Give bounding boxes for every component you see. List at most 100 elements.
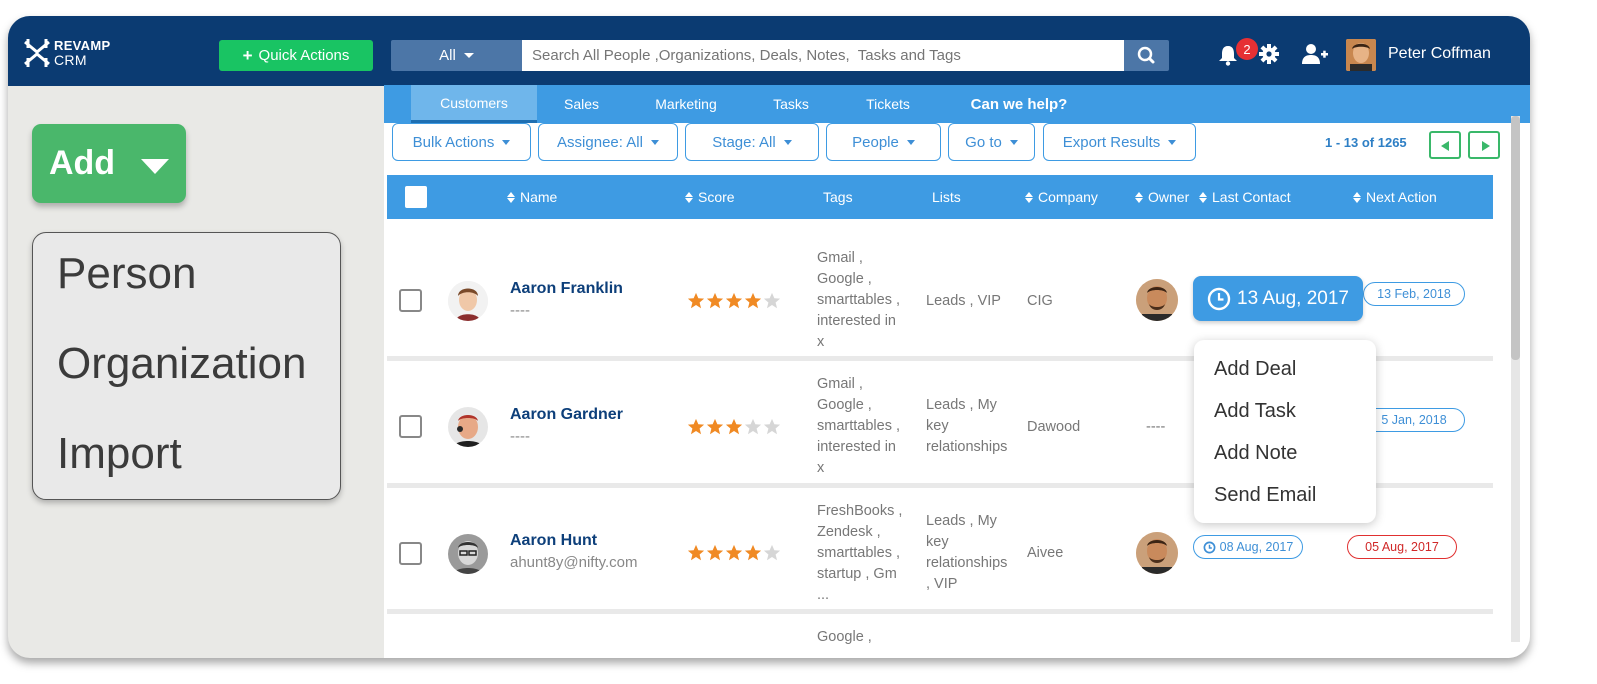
table-row[interactable]: Google , [387,618,1493,658]
prev-page-button[interactable] [1429,131,1461,159]
export-results-dropdown[interactable]: Export Results [1043,123,1196,161]
last-contact-date-highlighted[interactable]: 13 Aug, 2017 [1193,276,1363,321]
contact-name[interactable]: Aaron Franklin [510,280,623,298]
contact-avatar[interactable] [448,534,488,574]
tags-cell: Gmail , Google , smarttables , intereste… [817,248,900,353]
assignee-filter[interactable]: Assignee: All [538,123,678,161]
chevron-down-icon [141,159,170,174]
star-icon [706,544,724,561]
next-action-date-overdue[interactable]: 05 Aug, 2017 [1347,535,1457,559]
company-cell[interactable]: Aivee [1027,543,1063,564]
logo-line-2: CRM [54,52,87,68]
contact-name[interactable]: Aaron Gardner [510,406,623,424]
star-icon [687,544,705,561]
menu-add-deal[interactable]: Add Deal [1214,358,1296,381]
row-checkbox[interactable] [399,542,422,565]
add-import[interactable]: Import [57,429,182,479]
star-icon [763,544,781,561]
row-context-menu: Add Deal Add Task Add Note Send Email [1194,340,1376,523]
add-organization[interactable]: Organization [57,339,306,389]
col-next-action[interactable]: Next Action [1353,175,1437,219]
search-scope-select[interactable]: All [391,40,522,71]
col-last-contact[interactable]: Last Contact [1199,175,1291,219]
quick-actions-button[interactable]: + Quick Actions [219,40,373,71]
gear-icon[interactable] [1258,43,1280,65]
company-cell[interactable]: Dawood [1027,417,1080,438]
tag: Google , [817,629,872,645]
tag: Gmail , [817,376,863,392]
row-checkbox[interactable] [399,289,422,312]
menu-add-task[interactable]: Add Task [1214,400,1296,423]
table-header: Name Score Tags Lists Company Owner Last… [387,175,1493,219]
last-contact-label: 08 Aug, 2017 [1219,540,1294,554]
list-entry: Leads , My [926,397,997,413]
tab-tasks[interactable]: Tasks [766,85,816,123]
contact-name[interactable]: Aaron Hunt [510,532,597,550]
contact-email: ahunt8y@nifty.com [510,554,638,571]
col-company-label: Company [1038,189,1098,205]
star-icon [763,292,781,309]
user-name[interactable]: Peter Coffman [1388,45,1491,63]
chevron-down-icon [1168,139,1177,145]
tab-customers[interactable]: Customers [411,85,537,123]
sort-icon [1025,191,1033,203]
scrollbar-thumb[interactable] [1511,116,1520,360]
search-icon [1137,46,1155,64]
tag: smarttables , [817,418,900,434]
people-filter[interactable]: People [826,123,941,161]
tag: startup , Gm [817,566,897,582]
score-stars [687,544,781,562]
last-contact-date[interactable]: 08 Aug, 2017 [1193,535,1303,559]
col-owner-label: Owner [1148,189,1190,205]
logo[interactable]: REVAMP CRM [22,36,110,70]
next-action-date[interactable]: 13 Feb, 2018 [1363,282,1465,306]
contact-avatar[interactable] [448,407,488,447]
score-stars [687,292,781,310]
bulk-actions-dropdown[interactable]: Bulk Actions [392,123,531,161]
next-action-label: 5 Jan, 2018 [1381,413,1447,427]
lists-cell: Leads , My key relationships [926,395,1007,458]
company-cell[interactable]: CIG [1027,291,1053,312]
tag: ... [817,587,830,603]
sort-icon [1353,191,1361,203]
add-person[interactable]: Person [57,249,196,299]
tab-tickets[interactable]: Tickets [858,85,918,123]
goto-dropdown[interactable]: Go to [948,123,1035,161]
add-button-label: Add [48,144,116,182]
tab-marketing[interactable]: Marketing [646,85,726,123]
col-company[interactable]: Company [1025,175,1098,219]
stage-filter[interactable]: Stage: All [685,123,819,161]
owner-avatar[interactable] [1136,279,1178,321]
tag: smarttables , [817,545,900,561]
star-icon [763,418,781,435]
col-name[interactable]: Name [507,175,557,219]
menu-add-note[interactable]: Add Note [1214,442,1297,465]
star-icon [744,418,762,435]
col-last-contact-label: Last Contact [1212,189,1291,205]
search-button[interactable] [1124,40,1169,71]
col-score[interactable]: Score [685,175,735,219]
tag: Google , [817,397,872,413]
list-entry: Leads , VIP [926,293,1001,309]
contact-avatar[interactable] [448,281,488,321]
row-checkbox[interactable] [399,415,422,438]
select-all-checkbox[interactable] [405,186,427,208]
tab-sales[interactable]: Sales [554,85,609,123]
add-button[interactable]: Add [32,124,186,203]
user-avatar[interactable] [1346,39,1376,71]
list-entry: key [926,418,949,434]
next-action-date[interactable]: 5 Jan, 2018 [1363,408,1465,432]
col-tags: Tags [823,175,853,219]
col-lists: Lists [932,175,961,219]
owner-cell: ---- [1146,419,1166,435]
pagination-label: 1 - 13 of 1265 [1325,135,1407,150]
next-page-button[interactable] [1468,131,1500,159]
menu-send-email[interactable]: Send Email [1214,484,1316,507]
add-user-icon[interactable] [1301,42,1329,66]
help-link[interactable]: Can we help? [964,85,1074,123]
assignee-filter-label: Assignee: All [557,133,643,151]
col-owner[interactable]: Owner [1135,175,1189,219]
search-input[interactable] [522,40,1124,71]
owner-avatar[interactable] [1136,532,1178,574]
tag: x [817,460,825,476]
